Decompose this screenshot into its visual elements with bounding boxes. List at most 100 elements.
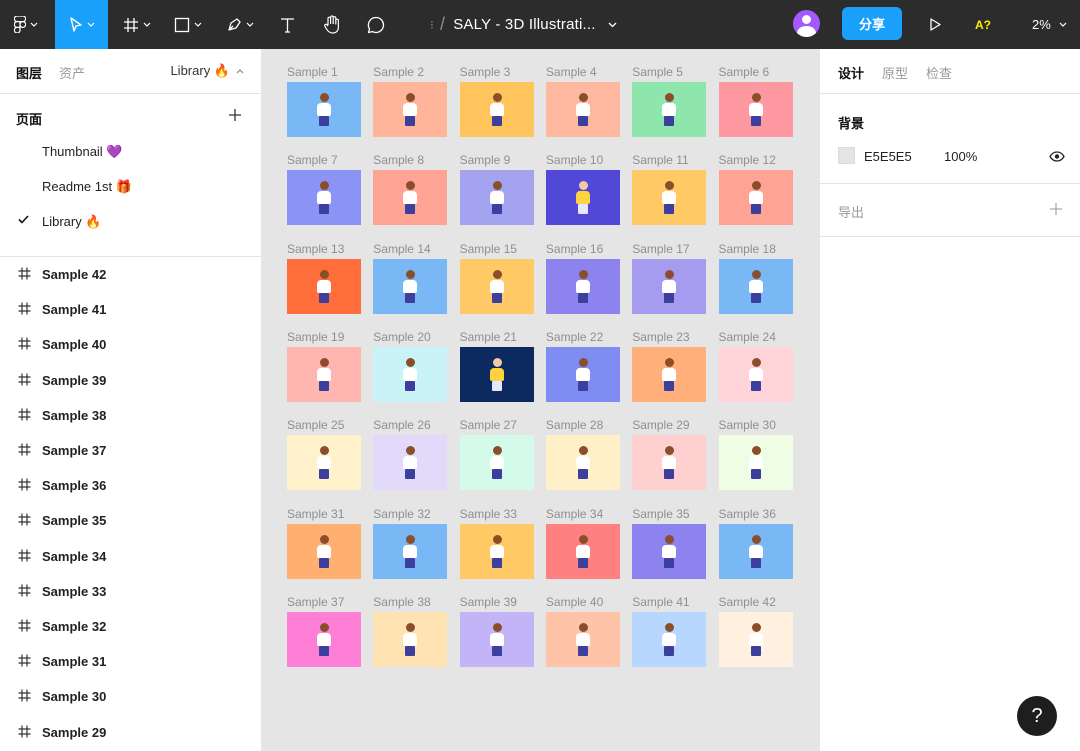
illustration-figure xyxy=(658,622,680,656)
user-avatar[interactable] xyxy=(793,10,820,37)
comment-tool-button[interactable] xyxy=(358,0,394,49)
layer-item[interactable]: Sample 40 xyxy=(0,327,261,362)
tab-layers[interactable]: 图层 xyxy=(16,63,42,82)
canvas[interactable]: Sample 1 Sample 2 Sample 3 Sample 4 Sample 5… xyxy=(262,49,819,751)
shape-tool-button[interactable] xyxy=(165,0,210,49)
chevron-down-icon xyxy=(194,22,201,27)
accessibility-badge[interactable]: A? xyxy=(975,0,991,49)
background-color-swatch[interactable] xyxy=(838,147,855,164)
frame-thumbnail xyxy=(373,523,448,579)
help-button[interactable]: ? xyxy=(1017,696,1057,736)
layer-item-label: Sample 40 xyxy=(42,337,107,353)
layer-item[interactable]: Sample 34 xyxy=(0,539,261,574)
frame-tool-button[interactable] xyxy=(114,0,159,49)
layer-item[interactable]: Sample 31 xyxy=(0,644,261,679)
illustration-figure xyxy=(572,446,594,480)
layer-item-label: Sample 29 xyxy=(42,724,107,740)
add-page-button[interactable] xyxy=(228,108,242,127)
layer-item[interactable]: Sample 41 xyxy=(0,292,261,327)
frame-thumbnail xyxy=(373,435,448,491)
visibility-toggle[interactable] xyxy=(1049,149,1065,167)
export-section-title: 导出 xyxy=(838,205,865,220)
layer-item[interactable]: Sample 32 xyxy=(0,609,261,644)
toolbar: ⁝ / SALY - 3D Illustrati... 分享 A? 2% xyxy=(0,0,1080,49)
layer-item[interactable]: Sample 37 xyxy=(0,433,261,468)
frame-hash-icon xyxy=(18,267,31,280)
share-button[interactable]: 分享 xyxy=(842,7,902,40)
layers-panel: 图层 资产 Library 🔥 页面 Thumbnail 💜 Readme 1s… xyxy=(0,49,262,751)
illustration-figure xyxy=(399,357,421,391)
background-hex-input[interactable]: E5E5E5 xyxy=(864,149,912,164)
hand-tool-button[interactable] xyxy=(314,0,350,49)
hand-icon xyxy=(324,15,339,34)
page-item-library[interactable]: Library 🔥 xyxy=(0,204,261,239)
frame-thumbnail xyxy=(632,346,707,402)
page-item-thumbnail[interactable]: Thumbnail 💜 xyxy=(0,134,261,169)
tab-inspect[interactable]: 检查 xyxy=(926,63,952,82)
layer-item[interactable]: Sample 35 xyxy=(0,503,261,538)
frame-label: Sample 22 xyxy=(545,329,604,344)
eye-icon xyxy=(1049,151,1065,162)
frame-label: Sample 28 xyxy=(545,418,604,433)
frame-hash-icon xyxy=(18,725,31,738)
frame-thumbnail xyxy=(459,82,534,137)
illustration-figure xyxy=(658,446,680,480)
frame-label: Sample 6 xyxy=(718,65,770,79)
layer-item[interactable]: Sample 36 xyxy=(0,468,261,503)
current-page-dropdown[interactable]: Library 🔥 xyxy=(170,63,244,79)
panel-divider xyxy=(820,236,1080,237)
current-page-label: Library 🔥 xyxy=(170,63,230,78)
tab-prototype[interactable]: 原型 xyxy=(882,63,908,82)
frame-thumbnail xyxy=(373,258,448,314)
layer-item[interactable]: Sample 30 xyxy=(0,679,261,714)
figma-logo-icon xyxy=(14,16,26,33)
plus-icon xyxy=(229,109,241,121)
checkmark-icon xyxy=(18,215,29,224)
page-item-label: Thumbnail 💜 xyxy=(42,144,123,159)
frame-thumbnail xyxy=(373,82,448,137)
layer-item-label: Sample 31 xyxy=(42,654,107,670)
frame-hash-icon xyxy=(18,619,31,632)
present-button[interactable] xyxy=(922,0,948,49)
frame-label: Sample 29 xyxy=(632,418,690,433)
layer-item-label: Sample 41 xyxy=(42,302,107,318)
pen-tool-button[interactable] xyxy=(216,0,264,49)
move-tool-button[interactable] xyxy=(55,0,108,49)
illustration-figure xyxy=(745,357,767,391)
layer-item[interactable]: Sample 33 xyxy=(0,574,261,609)
layer-item[interactable]: Sample 42 xyxy=(0,257,261,292)
layer-item-label: Sample 34 xyxy=(42,548,107,564)
background-opacity-input[interactable]: 100% xyxy=(944,149,977,164)
document-title[interactable]: ⁝ / SALY - 3D Illustrati... xyxy=(430,0,617,49)
frame-label: Sample 5 xyxy=(632,65,683,79)
main-menu-button[interactable] xyxy=(6,0,46,49)
frame-thumbnail xyxy=(459,611,534,667)
frame-thumbnail xyxy=(459,346,534,402)
frame-hash-icon xyxy=(18,302,31,315)
frame-label: Sample 37 xyxy=(287,594,345,609)
illustration-figure xyxy=(572,357,594,391)
illustration-figure xyxy=(745,269,767,303)
illustration-figure xyxy=(658,534,680,568)
layer-item[interactable]: Sample 38 xyxy=(0,398,261,433)
frame-label: Sample 23 xyxy=(632,329,690,344)
tab-design[interactable]: 设计 xyxy=(838,63,864,82)
illustration-figure xyxy=(486,269,508,303)
frame-label: Sample 18 xyxy=(718,241,776,256)
frame-label: Sample 24 xyxy=(718,329,776,344)
frame-thumbnail xyxy=(632,170,707,226)
text-tool-button[interactable] xyxy=(270,0,304,49)
add-export-button[interactable] xyxy=(1049,202,1063,221)
background-section-title: 背景 xyxy=(838,116,865,131)
frame-label: Sample 14 xyxy=(373,241,431,256)
rectangle-icon xyxy=(174,17,189,32)
zoom-dropdown[interactable]: 2% xyxy=(1032,0,1067,49)
tab-assets[interactable]: 资产 xyxy=(59,63,85,82)
layer-item[interactable]: Sample 29 xyxy=(0,715,261,750)
layer-item[interactable]: Sample 39 xyxy=(0,363,261,398)
page-item-readme[interactable]: Readme 1st 🎁 xyxy=(0,169,261,204)
frame-thumbnail xyxy=(632,611,707,667)
illustration-figure xyxy=(399,93,421,126)
frame-label: Sample 30 xyxy=(718,418,776,433)
frame-thumbnail xyxy=(545,523,620,579)
